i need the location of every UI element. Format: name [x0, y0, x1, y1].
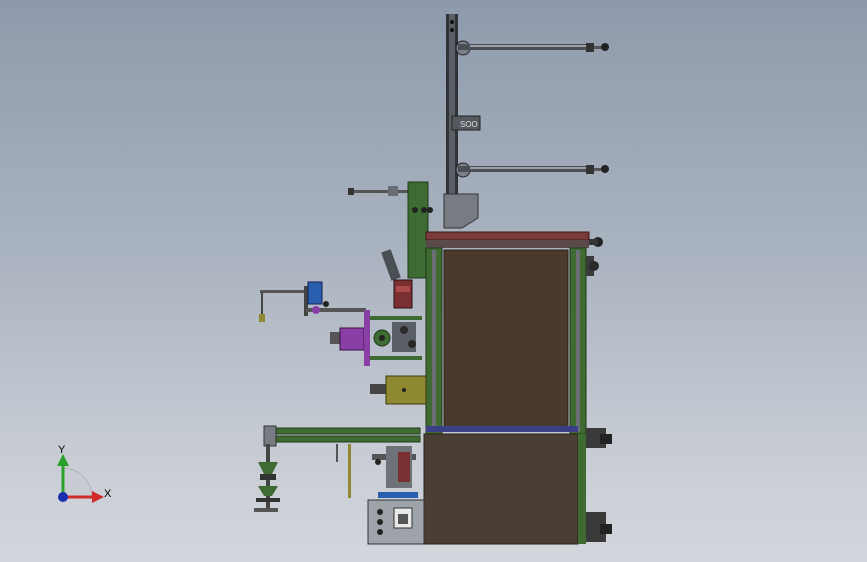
rotary-unit[interactable]: [330, 310, 422, 366]
cabinet-lower-panel[interactable]: [423, 433, 586, 545]
y-axis-label: Y: [58, 444, 66, 456]
mast-bracket[interactable]: SOO: [451, 115, 481, 131]
lower-green-beam[interactable]: [263, 425, 421, 447]
right-fixture-upper[interactable]: [586, 256, 599, 276]
cabinet-mid-rail[interactable]: [426, 426, 578, 432]
right-fixture-lower[interactable]: [586, 428, 612, 542]
z-axis-dot-icon: [58, 492, 68, 502]
side-crane[interactable]: [259, 281, 366, 322]
gripper-assembly[interactable]: [381, 249, 413, 309]
bracket-label: SOO: [460, 120, 478, 129]
x-axis-label: X: [104, 488, 112, 500]
control-box[interactable]: [367, 499, 425, 545]
cabinet-top-rail[interactable]: [425, 231, 603, 248]
yellow-block[interactable]: [370, 375, 427, 405]
coordinate-triad: Y X: [57, 444, 112, 503]
cabinet-upper-panel[interactable]: [443, 249, 569, 429]
cad-viewport[interactable]: SOO Y X: [0, 0, 867, 562]
spool-stand[interactable]: [254, 444, 280, 512]
upper-arm[interactable]: [455, 40, 609, 56]
lower-arm[interactable]: [455, 162, 609, 178]
hanging-rods[interactable]: [336, 444, 351, 498]
mast-base-block[interactable]: [443, 193, 479, 229]
lower-mechanism[interactable]: [372, 446, 418, 498]
x-arrow-head-icon: [92, 491, 104, 503]
top-rod-cylinder[interactable]: [348, 186, 410, 196]
